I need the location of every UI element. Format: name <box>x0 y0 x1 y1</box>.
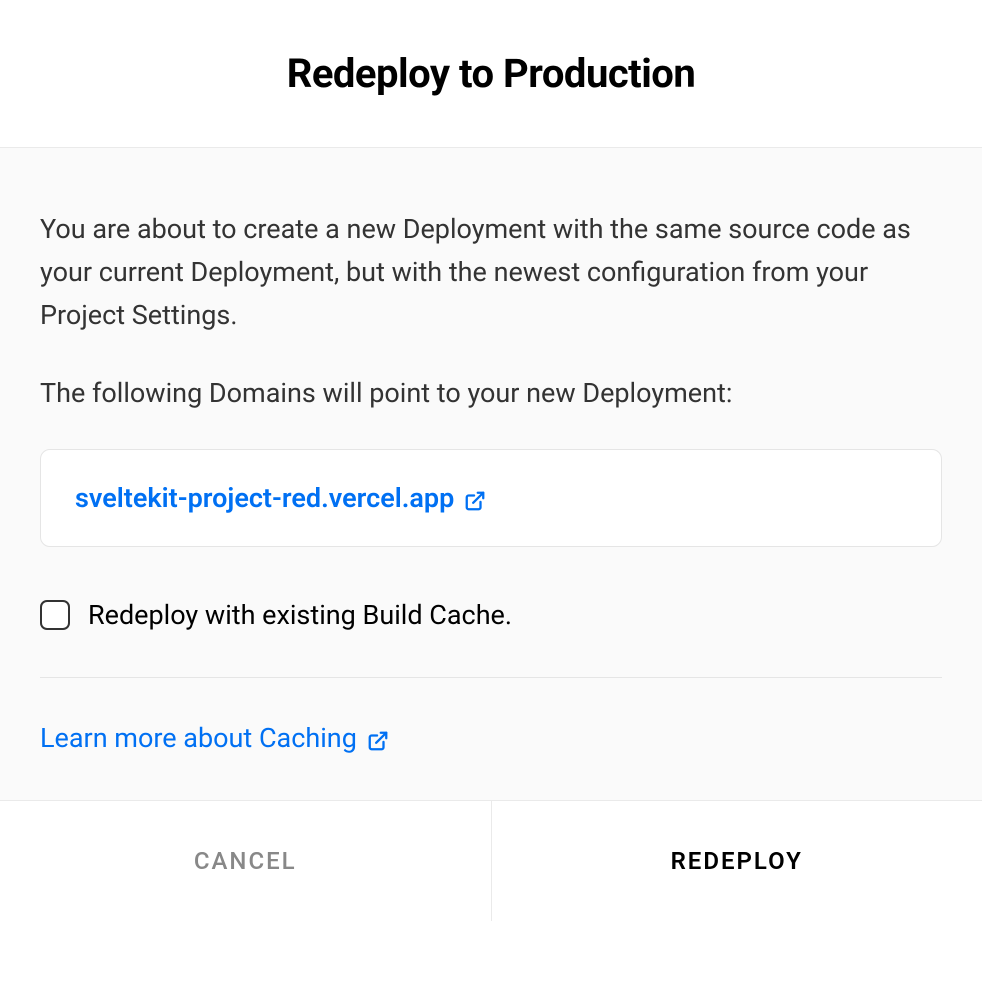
cancel-button[interactable]: CANCEL <box>0 801 492 921</box>
external-link-icon <box>367 727 389 749</box>
redeploy-button[interactable]: REDEPLOY <box>492 801 982 921</box>
build-cache-option: Redeploy with existing Build Cache. <box>40 599 942 631</box>
build-cache-checkbox[interactable] <box>40 600 70 630</box>
domain-link[interactable]: sveltekit-project-red.vercel.app <box>75 482 486 514</box>
domain-text: sveltekit-project-red.vercel.app <box>75 482 454 514</box>
dialog-body: You are about to create a new Deployment… <box>0 147 982 801</box>
dialog-header: Redeploy to Production <box>0 0 982 147</box>
build-cache-label[interactable]: Redeploy with existing Build Cache. <box>88 599 512 631</box>
dialog-title: Redeploy to Production <box>40 50 942 97</box>
learn-more-link[interactable]: Learn more about Caching <box>40 722 389 754</box>
domains-intro-text: The following Domains will point to your… <box>40 372 942 415</box>
learn-more-text: Learn more about Caching <box>40 722 357 754</box>
description-text: You are about to create a new Deployment… <box>40 208 942 338</box>
dialog-footer: CANCEL REDEPLOY <box>0 801 982 921</box>
divider <box>40 677 942 678</box>
domain-box: sveltekit-project-red.vercel.app <box>40 449 942 547</box>
external-link-icon <box>464 487 486 509</box>
